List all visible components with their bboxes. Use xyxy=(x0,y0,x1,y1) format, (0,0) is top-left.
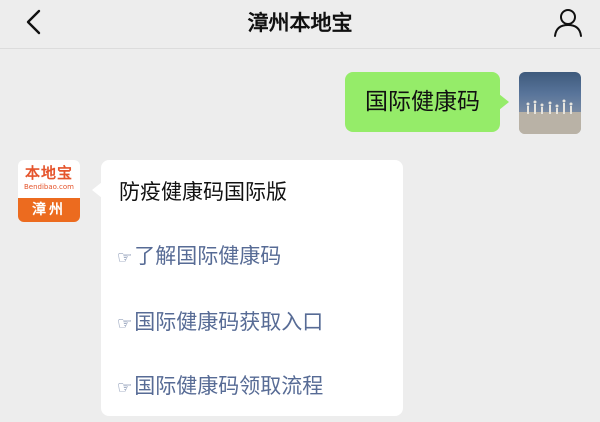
logo-site-text: Bendibao.com xyxy=(23,183,74,191)
reply-headline: 防疫健康码国际版 xyxy=(119,180,287,204)
link-get-health-code[interactable]: ☞国际健康码获取入口 xyxy=(117,306,323,336)
person-icon xyxy=(552,6,584,42)
my-avatar[interactable] xyxy=(519,72,581,134)
reply-message-bubble: 防疫健康码国际版 ☞了解国际健康码 ☞国际健康码获取入口 ☞国际健康码领取流程 xyxy=(92,160,403,416)
logo-city-label: 漳州 xyxy=(18,198,80,222)
pointing-hand-icon: ☞ xyxy=(117,378,133,398)
nav-bar: 漳州本地宝 xyxy=(0,0,600,49)
chat-title: 漳州本地宝 xyxy=(247,11,353,35)
link-label: 了解国际健康码 xyxy=(134,244,282,268)
bendibao-logo: 本地宝 Bendibao.com xyxy=(18,160,80,198)
pointing-hand-icon: ☞ xyxy=(117,248,133,268)
link-health-code-process[interactable]: ☞国际健康码领取流程 xyxy=(117,370,323,400)
link-label: 国际健康码获取入口 xyxy=(134,310,324,334)
sent-message-bubble[interactable]: 国际健康码 xyxy=(345,72,509,132)
official-account-avatar[interactable]: 本地宝 Bendibao.com 漳州 xyxy=(18,160,80,222)
pointing-hand-icon: ☞ xyxy=(117,314,133,334)
profile-button[interactable] xyxy=(548,4,588,44)
logo-brand-text: 本地宝 xyxy=(24,164,73,182)
link-label: 国际健康码领取流程 xyxy=(134,374,324,398)
link-about-health-code[interactable]: ☞了解国际健康码 xyxy=(117,240,281,270)
